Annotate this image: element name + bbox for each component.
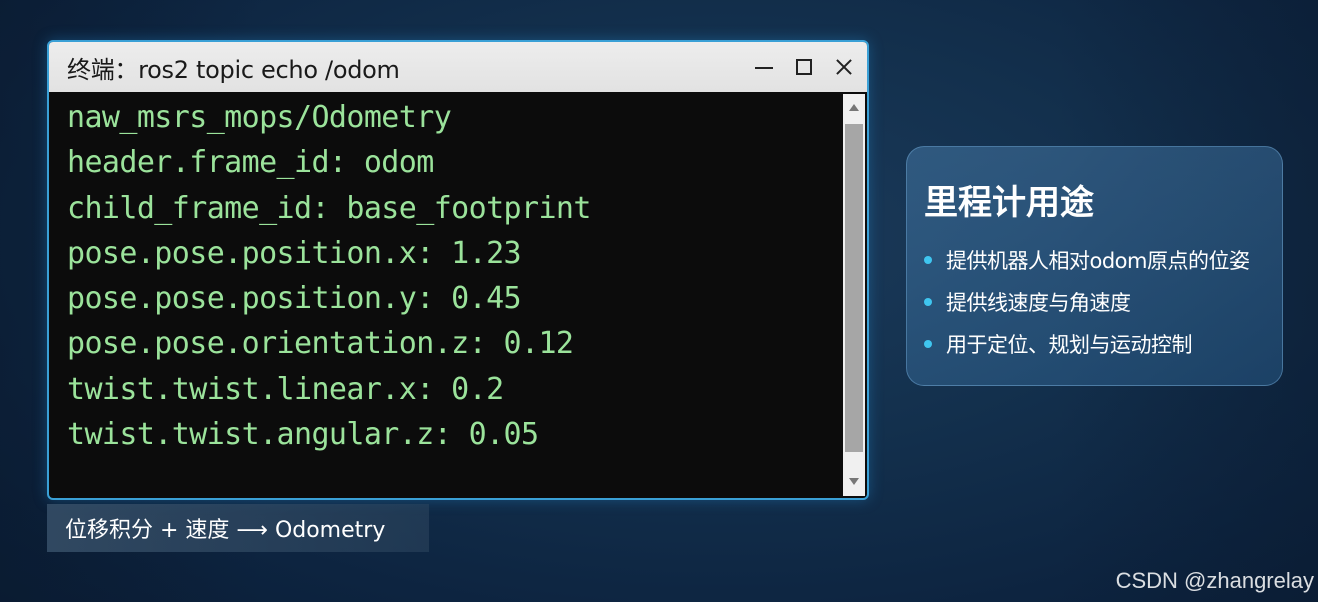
terminal-line-child-frame-id: child_frame_id: base_footprint	[67, 190, 591, 226]
terminal-line-position-x: pose.pose.position.x: 1.23	[67, 235, 522, 271]
terminal-line-message-type: naw_msrs_mops/Odometry	[67, 100, 452, 135]
terminal-line-angular-z: twist.twist.angular.z: 0.05	[67, 417, 539, 453]
scroll-down-arrow-icon[interactable]	[843, 468, 865, 496]
close-icon[interactable]	[835, 58, 853, 76]
bullet-dot-icon	[924, 340, 932, 348]
info-panel: 里程计用途 提供机器人相对odom原点的位姿 提供线速度与角速度 用于定位、规划…	[906, 146, 1283, 386]
panel-title: 里程计用途	[924, 183, 1094, 223]
watermark: CSDN @zhangrelay	[1115, 568, 1314, 593]
terminal-output[interactable]: naw_msrs_mops/Odometry header.frame_id: …	[49, 92, 841, 498]
terminal-line-linear-x: twist.twist.linear.x: 0.2	[67, 371, 504, 407]
maximize-icon	[796, 59, 812, 75]
terminal-window[interactable]: 终端：ros2 topic echo /odom naw_msrs_mops/O…	[47, 40, 869, 500]
maximize-button[interactable]	[795, 58, 813, 76]
minimize-icon[interactable]	[755, 58, 773, 76]
terminal-line-position-y: pose.pose.position.y: 0.45	[67, 281, 522, 317]
bullet-dot-icon	[924, 256, 932, 264]
formula-caption: 位移积分 + 速度 ⟶ Odometry	[47, 504, 429, 552]
panel-bullet-list: 提供机器人相对odom原点的位姿 提供线速度与角速度 用于定位、规划与运动控制	[924, 239, 1250, 365]
list-item: 提供机器人相对odom原点的位姿	[924, 239, 1250, 281]
list-item: 提供线速度与角速度	[924, 281, 1249, 323]
scroll-up-arrow-icon[interactable]	[843, 94, 865, 122]
terminal-title: 终端：ros2 topic echo /odom	[67, 55, 400, 84]
terminal-line-orientation-z: pose.pose.orientation.z: 0.12	[67, 326, 574, 362]
vertical-scrollbar[interactable]	[843, 94, 865, 496]
scrollbar-thumb[interactable]	[845, 124, 863, 452]
bullet-text: 提供机器人相对odom原点的位姿	[946, 249, 1250, 273]
bullet-text: 提供线速度与角速度	[946, 291, 1131, 315]
terminal-line-frame-id: header.frame_id: odom	[67, 145, 434, 181]
window-controls	[755, 42, 853, 92]
terminal-titlebar[interactable]: 终端：ros2 topic echo /odom	[49, 42, 867, 92]
bullet-dot-icon	[924, 298, 932, 306]
formula-caption-text: 位移积分 + 速度 ⟶ Odometry	[65, 518, 386, 543]
list-item: 用于定位、规划与运动控制	[924, 323, 1249, 365]
bullet-text: 用于定位、规划与运动控制	[946, 333, 1193, 357]
